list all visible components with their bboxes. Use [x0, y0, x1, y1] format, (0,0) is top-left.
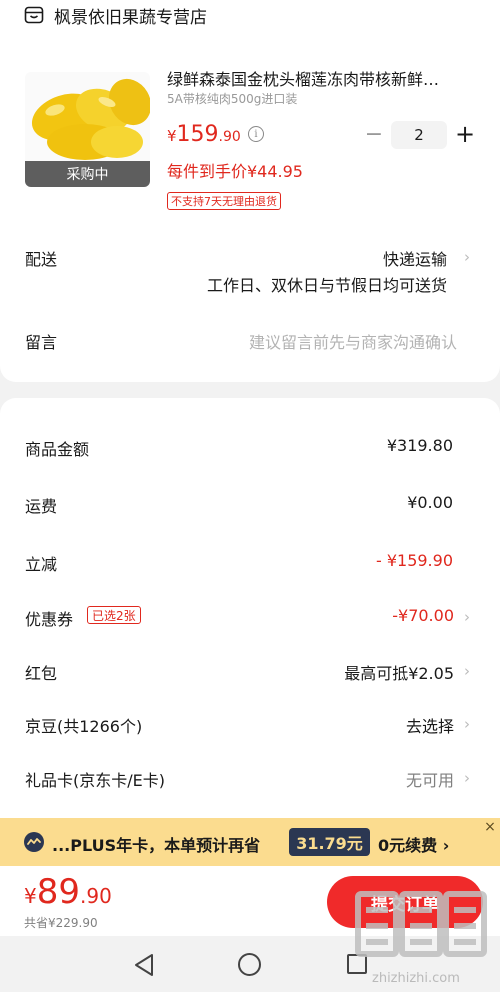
return-policy-badge: 不支持7天无理由退货: [167, 192, 281, 210]
info-icon[interactable]: i: [248, 126, 264, 142]
price-integer: 159: [176, 122, 219, 147]
shop-name: 枫景依旧果蔬专营店: [54, 7, 207, 28]
quantity-input[interactable]: 2: [391, 121, 447, 149]
product-spec: 5A带核纯肉500g进口装: [167, 92, 298, 106]
gift-card-value[interactable]: 无可用: [406, 767, 454, 791]
purchasing-overlay: 采购中: [25, 161, 150, 187]
order-item-card: 枫景依旧果蔬专营店 采购中 绿鲜森泰国金枕头榴莲冻肉带核新鲜… 5A带核纯肉50…: [0, 0, 500, 382]
product-image[interactable]: 采购中: [25, 72, 150, 187]
quantity-decrease-button[interactable]: −: [364, 122, 384, 147]
remark-input[interactable]: 建议留言前先与商家沟通确认: [249, 329, 457, 353]
plus-savings-amount: 31.79元: [289, 828, 370, 856]
coupon-label: 优惠券: [25, 610, 74, 629]
coupon-selected-badge: 已选2张: [87, 606, 141, 624]
red-packet-label: 红包: [25, 664, 58, 683]
plus-renew-link[interactable]: 0元续费 ›: [378, 832, 449, 856]
remark-label: 留言: [25, 333, 58, 352]
discount-value: - ¥159.90: [375, 551, 453, 570]
delivery-label: 配送: [25, 250, 58, 269]
shipping-value: ¥0.00: [407, 493, 453, 512]
delivery-method[interactable]: 快递运输: [383, 246, 447, 270]
goods-amount-label: 商品金额: [25, 440, 90, 459]
gift-card-label: 礼品卡(京东卡/E卡): [25, 771, 165, 790]
delivery-schedule: 工作日、双休日与节假日均可送货: [206, 276, 447, 295]
price-decimal: .90: [218, 129, 241, 145]
total-symbol: ¥: [24, 884, 37, 908]
total-saved: 共省¥229.90: [24, 916, 98, 930]
total-integer: 89: [36, 872, 80, 912]
unit-price: 每件到手价¥44.95: [167, 162, 303, 181]
chevron-right-icon[interactable]: ›: [462, 248, 472, 266]
store-icon: [24, 6, 44, 24]
coupon-value[interactable]: -¥70.00: [392, 606, 454, 625]
close-icon[interactable]: ×: [480, 818, 500, 836]
shop-header[interactable]: 枫景依旧果蔬专营店: [24, 3, 207, 28]
discount-label: 立减: [25, 555, 58, 574]
plus-banner-text: ...PLUS年卡，本单预计再省: [52, 836, 261, 855]
watermark-text: zhizhizhi.com: [372, 971, 460, 986]
chevron-right-icon[interactable]: ›: [462, 715, 472, 733]
shipping-label: 运费: [25, 497, 58, 516]
chevron-right-icon[interactable]: ›: [462, 769, 472, 787]
home-icon[interactable]: [238, 953, 261, 976]
product-title[interactable]: 绿鲜森泰国金枕头榴莲冻肉带核新鲜…: [167, 66, 477, 90]
product-price: ¥ 159 .90: [167, 122, 241, 147]
jingdou-label: 京豆(共1266个): [25, 717, 143, 736]
jingdou-select[interactable]: 去选择: [406, 713, 454, 737]
price-symbol: ¥: [167, 127, 177, 145]
plus-membership-banner[interactable]: ...PLUS年卡，本单预计再省 31.79元 0元续费 ›: [0, 818, 500, 866]
total-price: ¥ 89 .90: [24, 872, 112, 912]
back-icon[interactable]: [133, 953, 155, 977]
chevron-right-icon[interactable]: ›: [462, 608, 472, 626]
total-decimal: .90: [80, 884, 112, 908]
plus-logo-icon: [24, 832, 44, 852]
chevron-right-icon[interactable]: ›: [462, 662, 472, 680]
red-packet-value[interactable]: 最高可抵¥2.05: [344, 660, 454, 684]
quantity-increase-button[interactable]: +: [454, 120, 476, 148]
goods-amount-value: ¥319.80: [386, 436, 453, 455]
